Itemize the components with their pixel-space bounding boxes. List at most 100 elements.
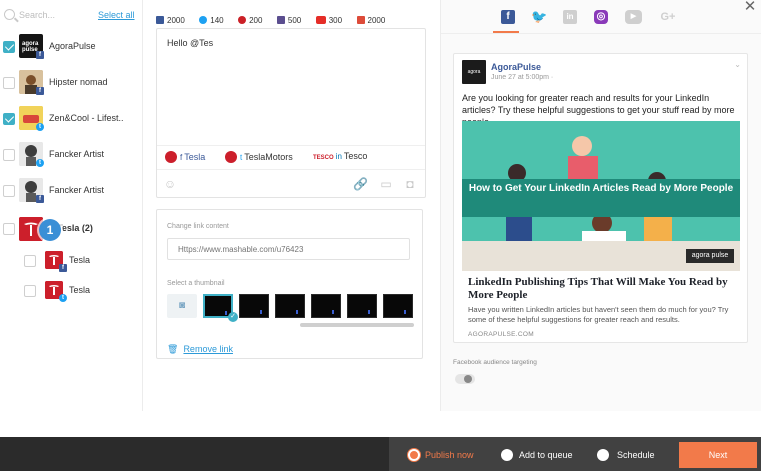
image-headline: How to Get Your LinkedIn Articles Read b… (468, 183, 734, 194)
tabs-divider (441, 33, 761, 34)
next-button[interactable]: Next (679, 442, 757, 468)
thumbnail-option[interactable] (311, 294, 341, 318)
change-link-label: Change link content (167, 223, 229, 230)
thumb-speck (368, 310, 370, 314)
thumbnail-option[interactable] (275, 294, 305, 318)
facebook-count: 2000 (156, 16, 185, 25)
thumbnail-scrollbar[interactable] (300, 323, 414, 327)
linkedin-tab-icon[interactable]: in (563, 10, 577, 24)
profile-row[interactable]: t Fancker Artist (0, 137, 143, 173)
audience-targeting-toggle[interactable] (455, 374, 475, 384)
step-badge: 1 (39, 219, 61, 241)
thumb-speck (260, 310, 262, 314)
thumb-speck (296, 310, 298, 314)
post-time: June 27 at 5:00pm · (491, 74, 554, 81)
facebook-icon (156, 16, 164, 25)
profile-checkbox[interactable] (3, 185, 15, 197)
profile-checkbox[interactable] (3, 41, 15, 53)
mention-teslamotors-twitter[interactable]: t TeslaMotors (225, 151, 293, 163)
mention-tesco[interactable]: TESCO in Tesco (313, 151, 367, 161)
publish-now-radio[interactable] (408, 449, 420, 461)
remove-link-button[interactable]: 🗑 Remove link (167, 344, 233, 355)
facebook-tab-icon[interactable]: f (501, 10, 515, 24)
mention-tesla-facebook[interactable]: f Tesla (165, 151, 205, 163)
emoji-icon[interactable]: ☺ (163, 177, 177, 191)
add-to-queue-label[interactable]: Add to queue (519, 450, 573, 460)
facebook-badge-icon: f (36, 51, 44, 59)
profile-name: Zen&Cool - Lifest.. (49, 113, 124, 123)
youtube-icon (315, 16, 326, 25)
google-plus-count: 2000 (356, 16, 385, 25)
instagram-count: 500 (276, 16, 301, 25)
profile-checkbox[interactable] (3, 113, 15, 125)
page-avatar: agora pulse (462, 60, 486, 99)
google-plus-icon (356, 16, 365, 25)
instagram-tab-icon[interactable]: ◎ (594, 10, 608, 24)
thumbnail-option[interactable] (239, 294, 269, 318)
editor-toolbar: ☺ 🔗 ▭ ◘ (157, 169, 425, 197)
profile-name: Tesla (2) (57, 223, 93, 233)
add-to-queue-radio[interactable] (501, 449, 513, 461)
schedule-radio[interactable] (597, 449, 609, 461)
profile-checkbox[interactable] (24, 285, 36, 297)
search-input[interactable] (19, 7, 89, 23)
link-preview-image: How to Get Your LinkedIn Articles Read b… (462, 121, 740, 271)
facebook-post-card: agora pulse AgoraPulse June 27 at 5:00pm… (453, 53, 748, 343)
thumbnail-option[interactable] (347, 294, 377, 318)
post-preview: ✕ f 🐦 in ◎ ▶ G+ agora pulse AgoraPulse J… (440, 0, 761, 411)
link-panel: Change link content Select a thumbnail ◙… (156, 209, 423, 359)
message-text[interactable]: Hello @Tes (167, 38, 213, 48)
publish-dialog: Select all agora pulse f AgoraPulse f Hi… (0, 0, 761, 471)
link-title[interactable]: LinkedIn Publishing Tips That Will Make … (468, 276, 744, 302)
close-icon[interactable]: ✕ (743, 0, 757, 14)
twitter-badge-icon: t (59, 294, 67, 302)
link-icon[interactable]: 🔗 (353, 177, 368, 191)
schedule-label[interactable]: Schedule (617, 450, 655, 460)
mention-label: TeslaMotors (244, 152, 293, 162)
facebook-badge-icon: f (36, 87, 44, 95)
twitter-icon: t (240, 153, 243, 162)
select-all-link[interactable]: Select all (98, 10, 135, 20)
facebook-badge-icon: f (59, 264, 67, 272)
profile-row[interactable]: agora pulse f AgoraPulse (0, 29, 143, 65)
image-brand-logo: agora pulse (686, 249, 734, 263)
profile-row[interactable]: f Fancker Artist (0, 173, 143, 209)
tesla-logo-icon (165, 151, 177, 163)
twitter-tab-icon[interactable]: 🐦 (531, 10, 547, 24)
facebook-badge-icon: f (36, 195, 44, 203)
twitter-icon (199, 16, 208, 25)
chevron-down-icon[interactable]: ⌄ (734, 60, 741, 69)
google-plus-tab-icon[interactable]: G+ (657, 10, 679, 24)
link-url-input[interactable] (167, 238, 410, 260)
thumbnail-option[interactable] (383, 294, 413, 318)
thumb-speck (332, 310, 334, 314)
profile-row[interactable]: f Hipster nomad (0, 65, 143, 101)
upload-thumbnail-camera-icon[interactable]: ◙ (167, 294, 197, 318)
pinterest-icon (238, 16, 247, 25)
facebook-icon: f (180, 153, 183, 162)
mention-suggestions: f Tesla t TeslaMotors TESCO in Tesco (157, 145, 425, 167)
link-description: Have you written LinkedIn articles but h… (468, 305, 729, 324)
profile-name: Tesla (69, 285, 91, 295)
checkmark-icon: ✓ (228, 312, 238, 322)
character-counts: 2000 140 200 500 300 2000 (156, 12, 426, 26)
publish-now-label[interactable]: Publish now (425, 450, 474, 460)
profile-checkbox[interactable] (24, 255, 36, 267)
youtube-tab-icon[interactable]: ▶ (625, 10, 642, 24)
trash-icon: 🗑 (167, 344, 179, 354)
page-name: AgoraPulse (491, 62, 542, 72)
tesco-logo-icon: TESCO (313, 155, 334, 161)
video-icon[interactable]: ▭ (379, 177, 393, 191)
profile-checkbox[interactable] (3, 77, 15, 89)
profile-checkbox[interactable] (3, 223, 15, 235)
thumb-speck (225, 311, 227, 315)
camera-icon[interactable]: ◘ (403, 177, 417, 191)
profile-row[interactable]: t Zen&Cool - Lifest.. (0, 101, 143, 137)
profile-group-row[interactable]: Tesla (2) (0, 211, 143, 247)
tesla-logo-icon (225, 151, 237, 163)
profile-search: Select all (0, 0, 143, 30)
profile-checkbox[interactable] (3, 149, 15, 161)
sub-profile-row[interactable]: t Tesla (0, 279, 143, 315)
count-value: 300 (328, 16, 343, 26)
message-editor[interactable]: Hello @Tes f Tesla t TeslaMotors TESCO in Te… (156, 28, 426, 198)
